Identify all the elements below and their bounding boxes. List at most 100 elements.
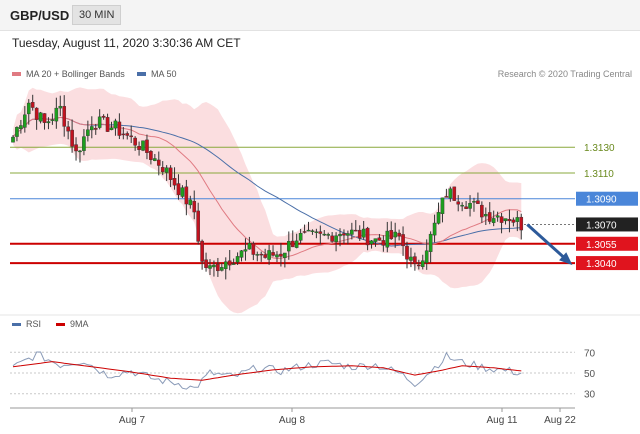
candle-body (97, 116, 102, 128)
candle-body (440, 197, 445, 214)
candle-body (393, 231, 397, 238)
candle-body (444, 196, 449, 198)
candle-body (38, 112, 43, 122)
bollinger-band (13, 87, 522, 314)
candle-body (113, 120, 118, 129)
candle-body (227, 260, 232, 266)
candle-body (428, 233, 433, 252)
candle-body (318, 231, 323, 234)
candle-body (70, 129, 74, 147)
candle-body (153, 158, 157, 161)
candle-body (58, 105, 63, 109)
candle-body (507, 219, 512, 222)
candle-body (381, 240, 386, 246)
candle-body (188, 199, 193, 206)
candle-body (223, 261, 228, 269)
candle-body (156, 159, 161, 166)
candle-body (267, 250, 271, 260)
candle-body (212, 264, 216, 268)
candle-body (515, 217, 520, 222)
candle-body (66, 126, 70, 132)
candle-body (86, 129, 90, 136)
candle-body (247, 242, 252, 250)
candle-body (487, 212, 492, 222)
candle-body (192, 200, 197, 213)
candle-body (334, 235, 338, 243)
candle-body (361, 228, 366, 238)
candle-body (452, 186, 457, 201)
candle-body (460, 204, 464, 207)
candle-body (121, 133, 126, 136)
candle-body (180, 187, 185, 197)
candle-body (255, 254, 260, 256)
rsi-tick-label: 30 (584, 390, 596, 401)
candle-body (78, 150, 82, 153)
candle-body (306, 229, 311, 232)
candle-body (480, 204, 484, 218)
candle-body (389, 230, 394, 240)
candle-body (11, 136, 15, 143)
candle-body (294, 240, 299, 248)
candle-body (164, 167, 169, 173)
candle-body (342, 233, 346, 236)
candle-body (503, 218, 508, 222)
candle-body (231, 263, 236, 265)
candle-body (385, 230, 390, 248)
candle-body (235, 256, 240, 263)
candle-body (373, 238, 378, 242)
candle-body (42, 113, 47, 123)
candle-body (310, 230, 315, 232)
candle-body (23, 114, 27, 128)
price-chart[interactable]: 1.3130 1.3110 1.3090 1.3070 1.3055 1.3040 70 50… (0, 0, 640, 434)
candle-body (397, 232, 401, 237)
candle-body (129, 135, 134, 138)
level-label-resistance: 1.3130 (584, 143, 615, 154)
candle-body (484, 214, 488, 217)
candle-body (141, 140, 145, 151)
level-label-resistance: 1.3110 (584, 169, 614, 180)
candle-body (417, 264, 421, 267)
candle-body (54, 107, 59, 122)
candle-body (275, 254, 279, 258)
candle-body (220, 267, 224, 271)
x-tick-label: Aug 8 (279, 415, 306, 426)
candle-body (200, 240, 204, 262)
level-label-support: 1.3040 (586, 259, 617, 270)
candle-body (263, 254, 267, 258)
candle-body (208, 265, 212, 269)
candle-body (15, 127, 19, 137)
candle-body (353, 229, 358, 232)
candle-body (243, 249, 248, 252)
candle-body (499, 216, 504, 223)
candle-body (369, 240, 374, 245)
candle-body (330, 235, 334, 242)
level-label-last: 1.3070 (586, 220, 617, 231)
candle-body (314, 231, 319, 233)
candle-body (204, 259, 208, 269)
candle-body (322, 233, 327, 236)
candle-body (326, 234, 331, 236)
candle-body (290, 240, 295, 248)
candle-body (109, 127, 114, 131)
candle-body (424, 250, 429, 263)
candle-body (172, 178, 177, 186)
candle-body (468, 203, 472, 209)
candle-body (82, 136, 86, 151)
candle-body (34, 107, 39, 120)
candle-body (137, 146, 141, 150)
candle-body (216, 263, 220, 272)
candle-body (145, 139, 149, 153)
candle-body (184, 186, 189, 205)
candle-body (271, 252, 275, 256)
candle-body (196, 210, 200, 242)
candle-body (491, 218, 496, 223)
candle-body (401, 234, 405, 247)
candle-body (251, 243, 256, 255)
candle-body (149, 151, 153, 160)
candle-body (176, 183, 181, 196)
candle-body (456, 201, 461, 205)
candle-body (495, 215, 500, 218)
candle-body (133, 137, 137, 146)
candle-body (89, 126, 94, 131)
level-label-pivot: 1.3090 (586, 195, 617, 206)
